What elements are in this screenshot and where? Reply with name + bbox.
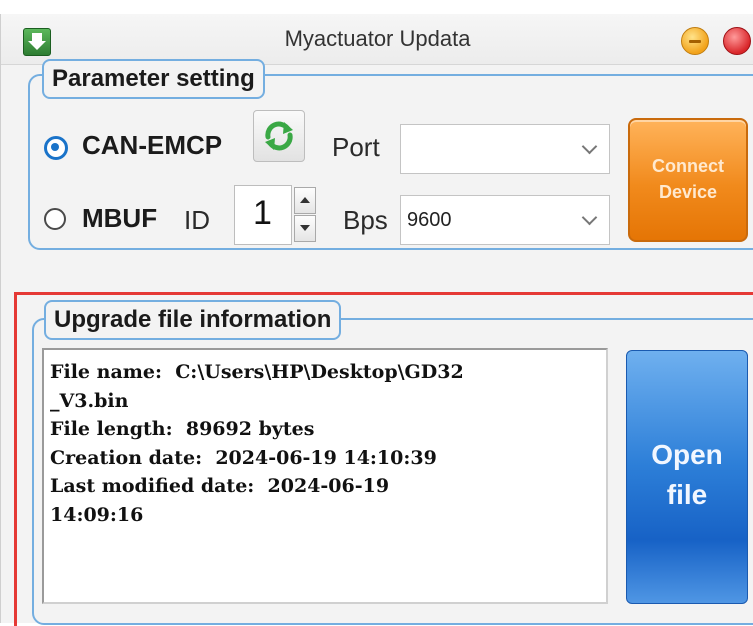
file-info-line: File name: C:\Users\HP\Desktop\GD32 xyxy=(50,361,464,383)
file-info-line: 14:09:16 xyxy=(50,503,144,526)
port-select[interactable] xyxy=(400,124,610,174)
close-icon[interactable] xyxy=(723,27,751,55)
port-label: Port xyxy=(332,132,380,162)
minimize-icon[interactable] xyxy=(681,27,709,55)
can-emcp-label: CAN-EMCP xyxy=(82,130,223,160)
connect-button-line2: Device xyxy=(658,182,718,202)
id-label: ID xyxy=(184,205,210,235)
connect-device-button[interactable]: Connect Device xyxy=(628,118,748,242)
chevron-down-icon xyxy=(581,209,598,226)
title-bar: Myactuator Updata xyxy=(1,14,753,65)
file-info-line: File length: 89692 bytes xyxy=(50,418,315,440)
can-emcp-radio[interactable] xyxy=(44,136,68,160)
connect-button-line1: Connect xyxy=(652,156,724,176)
refresh-button[interactable] xyxy=(253,110,305,162)
mbuf-label: MBUF xyxy=(82,203,158,233)
bps-value: 9600 xyxy=(407,209,452,231)
file-info-line: Creation date: 2024-06-19 14:10:39 xyxy=(50,446,437,469)
file-info-textbox[interactable]: File name: C:\Users\HP\Desktop\GD32 _V3.b… xyxy=(42,348,608,604)
open-button-line1: Open xyxy=(651,439,723,470)
file-info-line: Last modified date: 2024-06-19 xyxy=(50,475,390,497)
window-title: Myactuator Updata xyxy=(284,26,471,51)
id-spin-input[interactable]: 1 xyxy=(234,185,292,245)
upgrade-file-title: Upgrade file information xyxy=(44,300,342,340)
file-info-line: _V3.bin xyxy=(50,389,129,412)
refresh-icon xyxy=(265,121,293,151)
bps-label: Bps xyxy=(343,205,388,235)
chevron-down-icon xyxy=(581,138,598,155)
id-value: 1 xyxy=(253,194,272,232)
spin-up-icon[interactable] xyxy=(294,187,316,214)
mbuf-radio[interactable] xyxy=(44,208,66,230)
spin-down-icon[interactable] xyxy=(294,215,316,242)
id-stepper xyxy=(294,187,316,242)
bps-select[interactable]: 9600 xyxy=(400,195,610,245)
open-button-line2: file xyxy=(666,479,708,510)
open-file-button[interactable]: Open file xyxy=(626,350,748,604)
parameter-setting-title: Parameter setting xyxy=(42,59,265,99)
